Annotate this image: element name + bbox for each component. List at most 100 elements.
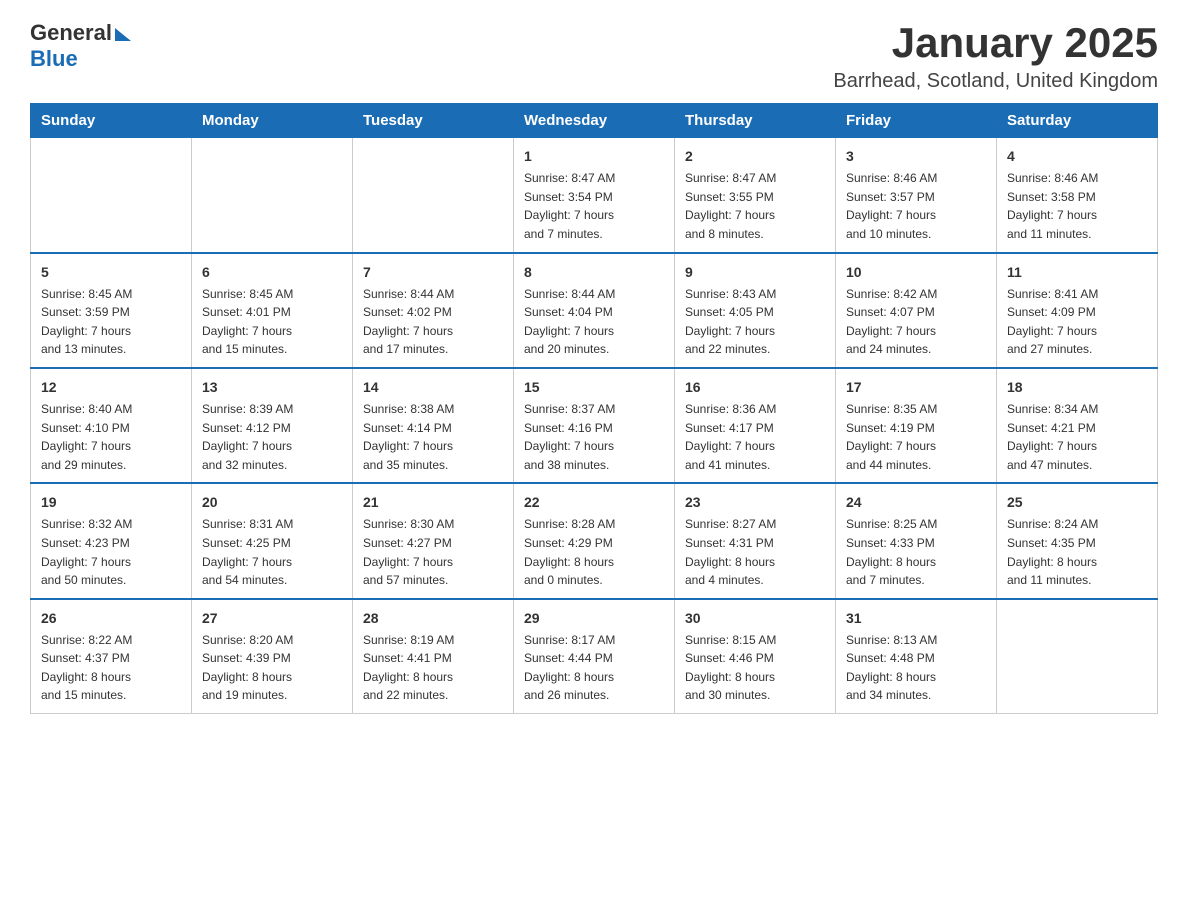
day-info: Sunrise: 8:41 AMSunset: 4:09 PMDaylight:… xyxy=(1007,285,1147,359)
day-number: 4 xyxy=(1007,146,1147,167)
day-number: 20 xyxy=(202,492,342,513)
calendar-header: January 2025 Barrhead, Scotland, United … xyxy=(833,20,1158,93)
day-info: Sunrise: 8:27 AMSunset: 4:31 PMDaylight:… xyxy=(685,515,825,589)
day-number: 9 xyxy=(685,262,825,283)
day-number: 16 xyxy=(685,377,825,398)
day-number: 23 xyxy=(685,492,825,513)
day-number: 15 xyxy=(524,377,664,398)
day-info: Sunrise: 8:44 AMSunset: 4:02 PMDaylight:… xyxy=(363,285,503,359)
calendar-cell: 5Sunrise: 8:45 AMSunset: 3:59 PMDaylight… xyxy=(31,253,192,368)
calendar-cell: 10Sunrise: 8:42 AMSunset: 4:07 PMDayligh… xyxy=(836,253,997,368)
calendar-cell: 26Sunrise: 8:22 AMSunset: 4:37 PMDayligh… xyxy=(31,599,192,714)
calendar-cell: 4Sunrise: 8:46 AMSunset: 3:58 PMDaylight… xyxy=(997,138,1158,253)
calendar-cell xyxy=(192,138,353,253)
calendar-week-2: 5Sunrise: 8:45 AMSunset: 3:59 PMDaylight… xyxy=(31,253,1158,368)
calendar-title: January 2025 xyxy=(833,20,1158,66)
calendar-cell: 7Sunrise: 8:44 AMSunset: 4:02 PMDaylight… xyxy=(353,253,514,368)
calendar-cell: 8Sunrise: 8:44 AMSunset: 4:04 PMDaylight… xyxy=(514,253,675,368)
calendar-cell: 14Sunrise: 8:38 AMSunset: 4:14 PMDayligh… xyxy=(353,368,514,483)
day-number: 3 xyxy=(846,146,986,167)
calendar-cell xyxy=(31,138,192,253)
calendar-cell: 18Sunrise: 8:34 AMSunset: 4:21 PMDayligh… xyxy=(997,368,1158,483)
calendar-cell: 2Sunrise: 8:47 AMSunset: 3:55 PMDaylight… xyxy=(675,138,836,253)
day-number: 8 xyxy=(524,262,664,283)
day-number: 21 xyxy=(363,492,503,513)
day-info: Sunrise: 8:46 AMSunset: 3:58 PMDaylight:… xyxy=(1007,169,1147,243)
day-number: 6 xyxy=(202,262,342,283)
day-info: Sunrise: 8:32 AMSunset: 4:23 PMDaylight:… xyxy=(41,515,181,589)
logo: General Blue xyxy=(30,20,131,72)
calendar-cell xyxy=(997,599,1158,714)
day-info: Sunrise: 8:31 AMSunset: 4:25 PMDaylight:… xyxy=(202,515,342,589)
day-info: Sunrise: 8:13 AMSunset: 4:48 PMDaylight:… xyxy=(846,631,986,705)
column-header-sunday: Sunday xyxy=(31,104,192,138)
day-number: 30 xyxy=(685,608,825,629)
day-number: 10 xyxy=(846,262,986,283)
day-number: 12 xyxy=(41,377,181,398)
calendar-cell: 27Sunrise: 8:20 AMSunset: 4:39 PMDayligh… xyxy=(192,599,353,714)
calendar-week-3: 12Sunrise: 8:40 AMSunset: 4:10 PMDayligh… xyxy=(31,368,1158,483)
day-info: Sunrise: 8:46 AMSunset: 3:57 PMDaylight:… xyxy=(846,169,986,243)
day-info: Sunrise: 8:38 AMSunset: 4:14 PMDaylight:… xyxy=(363,400,503,474)
day-info: Sunrise: 8:25 AMSunset: 4:33 PMDaylight:… xyxy=(846,515,986,589)
column-header-wednesday: Wednesday xyxy=(514,104,675,138)
day-info: Sunrise: 8:47 AMSunset: 3:55 PMDaylight:… xyxy=(685,169,825,243)
calendar-cell: 23Sunrise: 8:27 AMSunset: 4:31 PMDayligh… xyxy=(675,483,836,598)
column-header-friday: Friday xyxy=(836,104,997,138)
day-number: 18 xyxy=(1007,377,1147,398)
calendar-cell: 22Sunrise: 8:28 AMSunset: 4:29 PMDayligh… xyxy=(514,483,675,598)
day-info: Sunrise: 8:47 AMSunset: 3:54 PMDaylight:… xyxy=(524,169,664,243)
day-number: 17 xyxy=(846,377,986,398)
day-info: Sunrise: 8:37 AMSunset: 4:16 PMDaylight:… xyxy=(524,400,664,474)
day-number: 19 xyxy=(41,492,181,513)
day-info: Sunrise: 8:34 AMSunset: 4:21 PMDaylight:… xyxy=(1007,400,1147,474)
calendar-cell: 28Sunrise: 8:19 AMSunset: 4:41 PMDayligh… xyxy=(353,599,514,714)
day-number: 1 xyxy=(524,146,664,167)
day-number: 22 xyxy=(524,492,664,513)
day-info: Sunrise: 8:35 AMSunset: 4:19 PMDaylight:… xyxy=(846,400,986,474)
column-header-tuesday: Tuesday xyxy=(353,104,514,138)
day-number: 29 xyxy=(524,608,664,629)
day-info: Sunrise: 8:45 AMSunset: 3:59 PMDaylight:… xyxy=(41,285,181,359)
calendar-header-row: SundayMondayTuesdayWednesdayThursdayFrid… xyxy=(31,104,1158,138)
day-number: 14 xyxy=(363,377,503,398)
calendar-cell: 25Sunrise: 8:24 AMSunset: 4:35 PMDayligh… xyxy=(997,483,1158,598)
logo-general-text: General xyxy=(30,20,112,46)
day-number: 13 xyxy=(202,377,342,398)
day-number: 2 xyxy=(685,146,825,167)
column-header-monday: Monday xyxy=(192,104,353,138)
calendar-cell: 17Sunrise: 8:35 AMSunset: 4:19 PMDayligh… xyxy=(836,368,997,483)
day-info: Sunrise: 8:22 AMSunset: 4:37 PMDaylight:… xyxy=(41,631,181,705)
calendar-cell: 30Sunrise: 8:15 AMSunset: 4:46 PMDayligh… xyxy=(675,599,836,714)
day-info: Sunrise: 8:19 AMSunset: 4:41 PMDaylight:… xyxy=(363,631,503,705)
calendar-cell: 13Sunrise: 8:39 AMSunset: 4:12 PMDayligh… xyxy=(192,368,353,483)
calendar-cell: 21Sunrise: 8:30 AMSunset: 4:27 PMDayligh… xyxy=(353,483,514,598)
calendar-week-4: 19Sunrise: 8:32 AMSunset: 4:23 PMDayligh… xyxy=(31,483,1158,598)
day-number: 11 xyxy=(1007,262,1147,283)
day-info: Sunrise: 8:42 AMSunset: 4:07 PMDaylight:… xyxy=(846,285,986,359)
calendar-cell: 3Sunrise: 8:46 AMSunset: 3:57 PMDaylight… xyxy=(836,138,997,253)
day-info: Sunrise: 8:40 AMSunset: 4:10 PMDaylight:… xyxy=(41,400,181,474)
calendar-week-5: 26Sunrise: 8:22 AMSunset: 4:37 PMDayligh… xyxy=(31,599,1158,714)
logo-blue-text: Blue xyxy=(30,46,78,72)
calendar-cell xyxy=(353,138,514,253)
logo-triangle-icon xyxy=(115,28,131,41)
calendar-cell: 31Sunrise: 8:13 AMSunset: 4:48 PMDayligh… xyxy=(836,599,997,714)
day-info: Sunrise: 8:30 AMSunset: 4:27 PMDaylight:… xyxy=(363,515,503,589)
page-header: General Blue January 2025 Barrhead, Scot… xyxy=(30,20,1158,93)
calendar-cell: 1Sunrise: 8:47 AMSunset: 3:54 PMDaylight… xyxy=(514,138,675,253)
calendar-table: SundayMondayTuesdayWednesdayThursdayFrid… xyxy=(30,103,1158,714)
day-number: 28 xyxy=(363,608,503,629)
calendar-cell: 15Sunrise: 8:37 AMSunset: 4:16 PMDayligh… xyxy=(514,368,675,483)
day-number: 25 xyxy=(1007,492,1147,513)
day-info: Sunrise: 8:28 AMSunset: 4:29 PMDaylight:… xyxy=(524,515,664,589)
calendar-cell: 16Sunrise: 8:36 AMSunset: 4:17 PMDayligh… xyxy=(675,368,836,483)
day-info: Sunrise: 8:20 AMSunset: 4:39 PMDaylight:… xyxy=(202,631,342,705)
calendar-cell: 19Sunrise: 8:32 AMSunset: 4:23 PMDayligh… xyxy=(31,483,192,598)
day-info: Sunrise: 8:24 AMSunset: 4:35 PMDaylight:… xyxy=(1007,515,1147,589)
day-number: 24 xyxy=(846,492,986,513)
day-number: 5 xyxy=(41,262,181,283)
day-info: Sunrise: 8:36 AMSunset: 4:17 PMDaylight:… xyxy=(685,400,825,474)
day-number: 31 xyxy=(846,608,986,629)
day-number: 26 xyxy=(41,608,181,629)
